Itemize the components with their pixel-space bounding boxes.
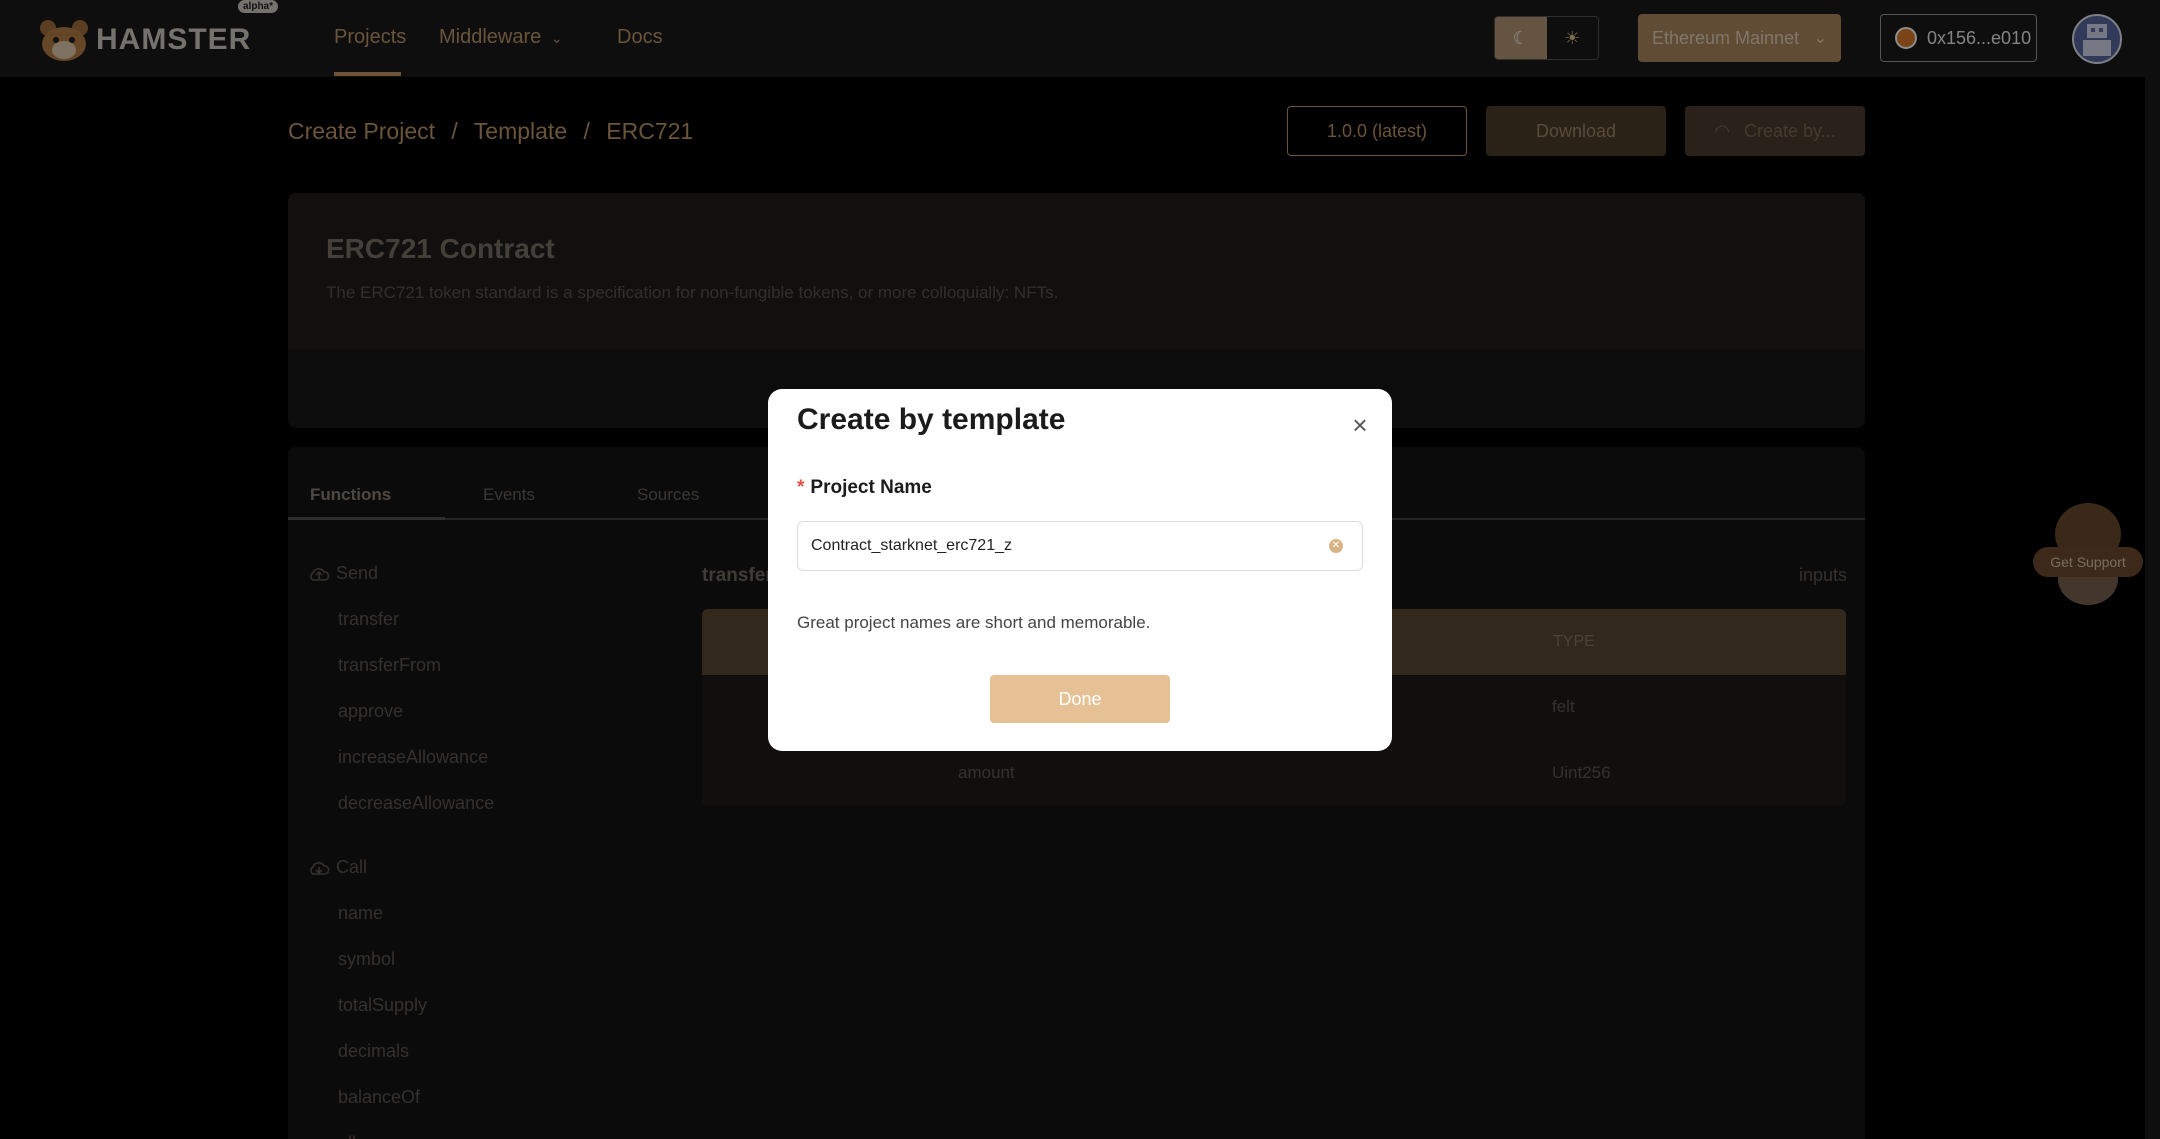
close-icon[interactable]: ×: [1348, 412, 1372, 438]
project-name-hint: Great project names are short and memora…: [797, 613, 1151, 632]
clear-input-icon[interactable]: ✕: [1329, 539, 1343, 553]
project-name-input[interactable]: [797, 521, 1363, 571]
done-button[interactable]: Done: [990, 675, 1170, 723]
project-name-label-text: Project Name: [810, 477, 932, 498]
required-mark: *: [797, 477, 805, 498]
project-name-label: * Project Name: [797, 477, 932, 499]
modal-title: Create by template: [797, 403, 1066, 436]
create-by-template-modal: Create by template × *Project Name ✕ Gre…: [768, 389, 1392, 751]
